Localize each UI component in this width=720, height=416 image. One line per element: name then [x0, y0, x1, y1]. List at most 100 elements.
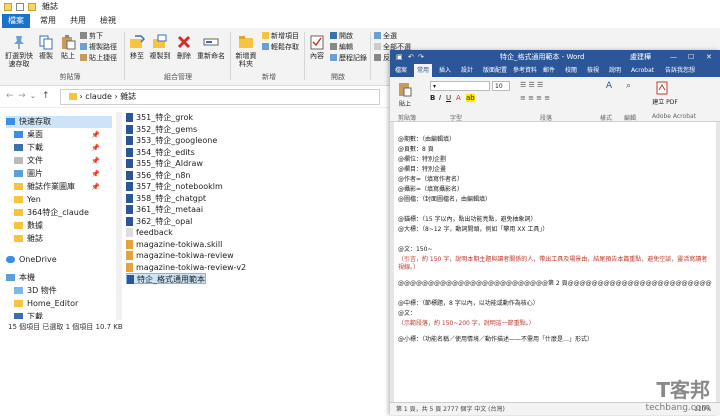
- file-item[interactable]: 362_特企_opal: [126, 216, 192, 227]
- nav-item-data[interactable]: 數據: [14, 220, 106, 232]
- ribbon-divider: [124, 32, 125, 80]
- nav-item-home-editor[interactable]: Home_Editor: [14, 298, 106, 310]
- nav-item-desktop[interactable]: 桌面 📌: [14, 129, 106, 141]
- word-tab[interactable]: 常用: [414, 64, 433, 77]
- file-item[interactable]: magazine-tokiwa.skill: [126, 239, 222, 250]
- address-bar[interactable]: › claude › 雜誌: [60, 89, 380, 105]
- nav-item-onedrive[interactable]: OneDrive: [6, 254, 112, 266]
- word-tab[interactable]: 參考資料: [510, 64, 540, 77]
- bullets-icon[interactable]: ☰ ☰ ☰: [520, 81, 543, 89]
- delete-button[interactable]: 刪除: [174, 34, 194, 60]
- tab-home[interactable]: 常用: [34, 14, 62, 28]
- bold-icon[interactable]: B: [430, 94, 438, 102]
- new-folder-icon[interactable]: [28, 3, 36, 11]
- paste-shortcut-button[interactable]: 貼上捷徑: [80, 54, 117, 63]
- file-item[interactable]: 特企_格式通用範本: [126, 273, 206, 284]
- file-item[interactable]: 353_特企_googleone: [126, 135, 217, 146]
- underline-icon[interactable]: U: [446, 94, 451, 102]
- word-tab[interactable]: 告訴我您想: [662, 64, 698, 77]
- new-folder-button[interactable]: 新增資料夾: [234, 34, 258, 68]
- file-item[interactable]: 357_特企_notebooklm: [126, 181, 223, 192]
- nav-item-label: OneDrive: [19, 255, 57, 264]
- nav-item-this-pc[interactable]: 本機: [6, 272, 112, 284]
- maximize-icon[interactable]: ☐: [688, 50, 694, 64]
- nav-item-documents[interactable]: 文件 📌: [14, 155, 106, 167]
- word-tab[interactable]: 郵件: [540, 64, 558, 77]
- word-tab[interactable]: 說明: [606, 64, 624, 77]
- back-arrow-icon[interactable]: ←: [6, 91, 14, 101]
- minimize-icon[interactable]: —: [670, 50, 677, 64]
- copy-to-button[interactable]: 複製到: [148, 34, 172, 60]
- nav-item-label: 文件: [27, 156, 43, 165]
- word-tab[interactable]: 校閱: [562, 64, 580, 77]
- open-button[interactable]: 開啟: [330, 32, 353, 41]
- word-tab[interactable]: 版面配置: [480, 64, 510, 77]
- nav-item-pictures[interactable]: 圖片 📌: [14, 168, 106, 180]
- file-item[interactable]: 351_特企_grok: [126, 112, 193, 123]
- pdf-icon: [656, 81, 668, 95]
- file-item[interactable]: 355_特企_AIdraw: [126, 158, 203, 169]
- document-page[interactable]: @期數：（由編輯填） @頁數：8 頁 @欄位：特別企劃 @欄目：特別企畫 @作者=（填寫…: [394, 122, 716, 402]
- breadcrumb-claude[interactable]: claude: [85, 92, 112, 101]
- file-item[interactable]: magazine-tokiwa-review-v2: [126, 262, 246, 273]
- tab-share[interactable]: 共用: [64, 14, 92, 28]
- redo-icon[interactable]: ↷: [418, 50, 424, 64]
- properties-icon[interactable]: [16, 3, 24, 11]
- file-item[interactable]: 352_特企_gems: [126, 124, 197, 135]
- nav-item-downloads[interactable]: 下載 📌: [14, 142, 106, 154]
- forward-arrow-icon[interactable]: →: [18, 91, 26, 101]
- cut-button[interactable]: 剪下: [80, 32, 103, 41]
- nav-item-quick-access[interactable]: 快速存取: [6, 116, 112, 128]
- word-tab[interactable]: 插入: [436, 64, 454, 77]
- undo-icon[interactable]: ↶: [408, 50, 414, 64]
- move-to-button[interactable]: 移至: [128, 34, 146, 60]
- pin-button[interactable]: 釘選到快速存取: [2, 34, 36, 68]
- history-button[interactable]: 歷程記錄: [330, 54, 367, 63]
- word-paste-button[interactable]: 貼上: [394, 81, 416, 108]
- nav-item-gallery[interactable]: 雜誌作業圖庫 📌: [14, 181, 106, 193]
- file-item[interactable]: 354_特企_edits: [126, 147, 195, 158]
- tab-file[interactable]: 檔案: [2, 14, 30, 28]
- font-color-icon[interactable]: A: [456, 94, 461, 102]
- font-size-select[interactable]: 10: [492, 81, 510, 91]
- create-pdf-button[interactable]: [652, 81, 672, 97]
- word-tab[interactable]: Acrobat: [628, 64, 657, 77]
- select-all-button[interactable]: 全選: [374, 32, 397, 41]
- copy-to-label: 複製到: [149, 52, 171, 60]
- find-icon[interactable]: ⌕: [626, 81, 631, 91]
- tab-view[interactable]: 檢視: [94, 14, 122, 28]
- create-pdf-label: 建立 PDF: [652, 99, 678, 106]
- file-item[interactable]: feedback: [126, 227, 173, 238]
- properties-button[interactable]: 內容: [308, 34, 326, 60]
- edit-button[interactable]: 編輯: [330, 43, 353, 52]
- styles-icon[interactable]: A: [600, 81, 618, 91]
- new-item-button[interactable]: 新增項目: [262, 32, 299, 41]
- word-tab[interactable]: 設計: [458, 64, 476, 77]
- breadcrumb-magazine[interactable]: 雜誌: [120, 92, 136, 101]
- word-tab[interactable]: 檢視: [584, 64, 602, 77]
- nav-item-3d-objects[interactable]: 3D 物件: [14, 285, 106, 297]
- font-name-select[interactable]: ▾: [430, 81, 490, 91]
- nav-item-magazine[interactable]: 雜誌: [14, 233, 106, 245]
- recent-dropdown-icon[interactable]: ⌄: [30, 92, 36, 100]
- paste-button[interactable]: 貼上: [58, 34, 78, 60]
- close-icon[interactable]: ✕: [706, 50, 712, 64]
- file-item[interactable]: 356_特企_n8n: [126, 170, 191, 181]
- save-icon[interactable]: ▣: [396, 50, 403, 64]
- nav-item-364-claude[interactable]: 364特企_claude: [14, 207, 106, 219]
- nav-item-downloads-pc[interactable]: 下載: [14, 311, 106, 319]
- copy-path-button[interactable]: 複製路徑: [80, 43, 117, 52]
- file-item[interactable]: magazine-tokiwa-review: [126, 250, 234, 261]
- copy-button[interactable]: 複製: [36, 34, 56, 60]
- word-tab[interactable]: 檔案: [392, 64, 410, 77]
- rename-button[interactable]: 重新命名: [196, 34, 226, 60]
- up-arrow-icon[interactable]: ↑: [42, 91, 50, 101]
- user-name[interactable]: 盧建樺: [630, 50, 651, 64]
- nav-item-yen[interactable]: Yen: [14, 194, 106, 206]
- file-item[interactable]: 358_特企_chatgpt: [126, 193, 206, 204]
- italic-icon[interactable]: I: [439, 94, 441, 102]
- align-icon[interactable]: ≡ ≡ ≡ ≡: [520, 94, 550, 102]
- easy-access-button[interactable]: 輕鬆存取: [262, 43, 299, 52]
- highlight-icon[interactable]: ab: [466, 94, 475, 102]
- file-item[interactable]: 361_特企_metaai: [126, 204, 203, 215]
